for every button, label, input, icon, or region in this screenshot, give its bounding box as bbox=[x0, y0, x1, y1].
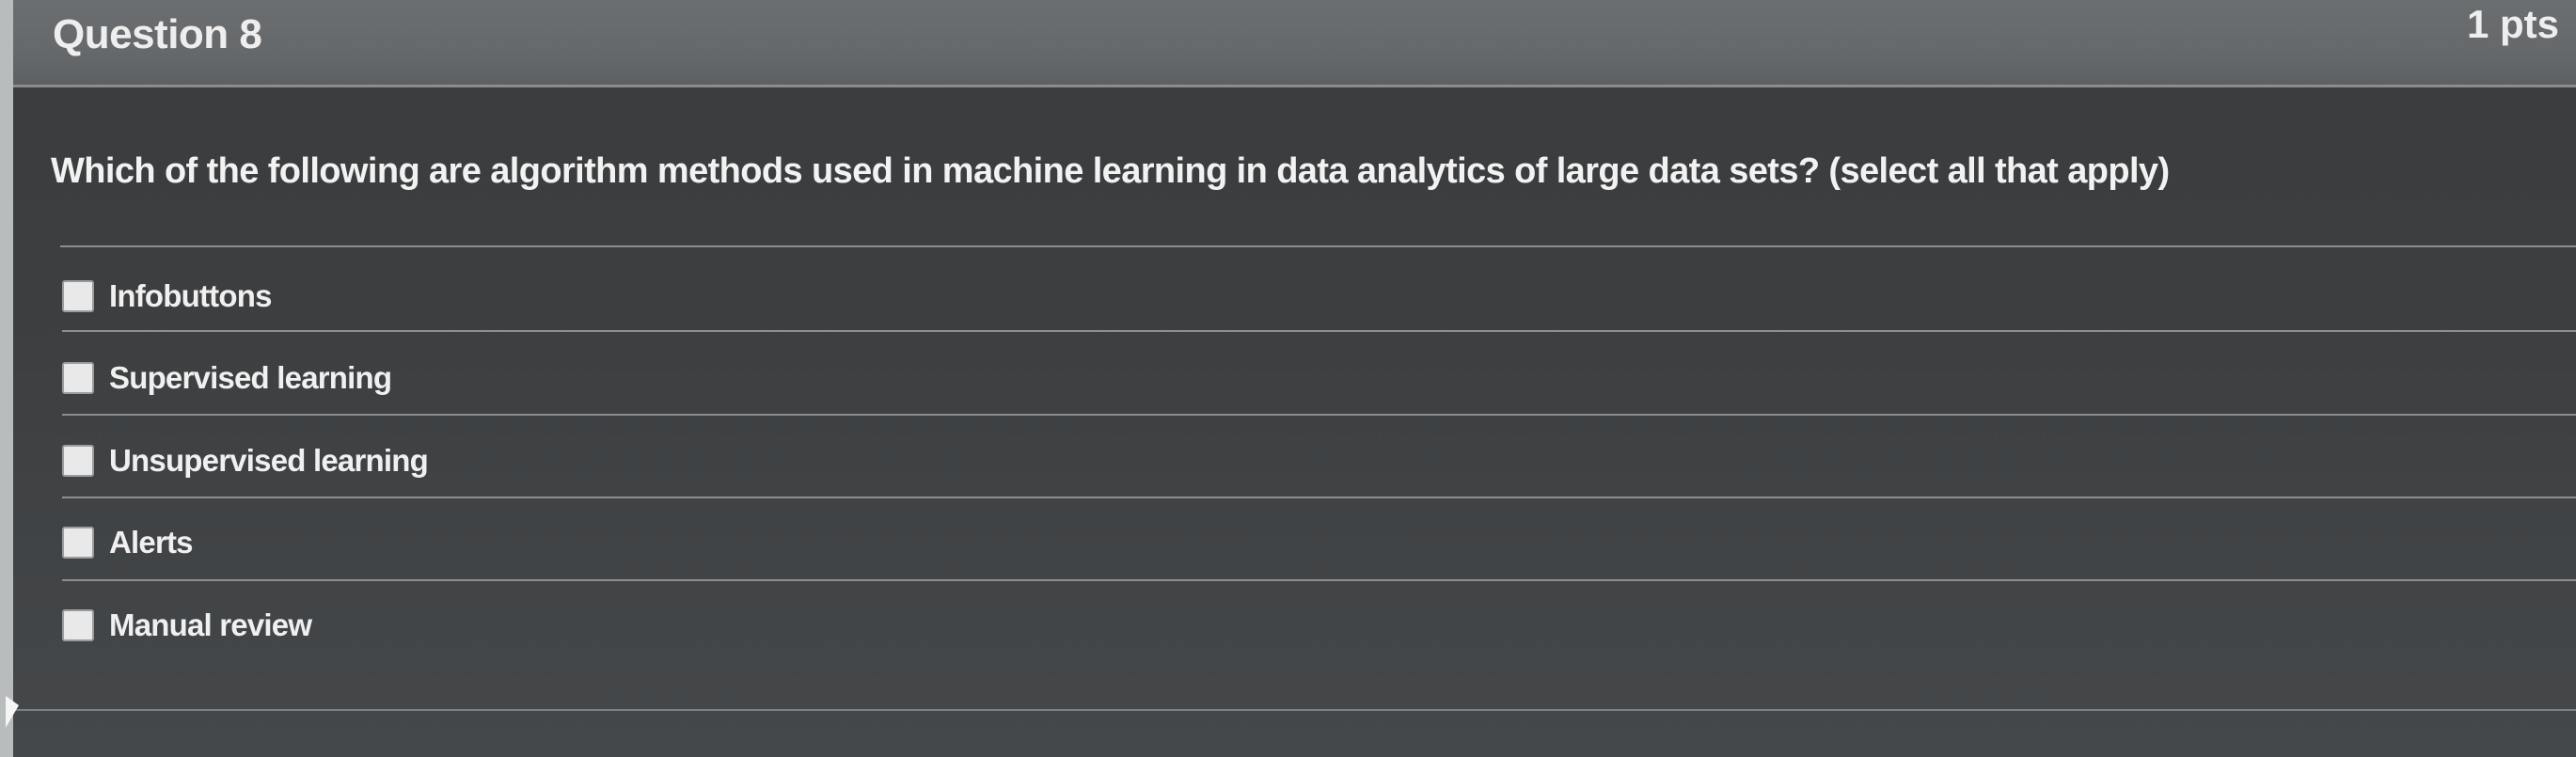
divider bbox=[62, 330, 2576, 332]
question-header: Question 8 1 pts bbox=[13, 0, 2576, 87]
answer-checkbox[interactable] bbox=[62, 362, 94, 394]
answer-checkbox[interactable] bbox=[62, 280, 94, 312]
answer-checkbox[interactable] bbox=[62, 527, 94, 559]
answer-checkbox[interactable] bbox=[62, 445, 94, 477]
answer-label: Alerts bbox=[109, 525, 194, 560]
answer-label: Unsupervised learning bbox=[109, 443, 429, 478]
divider bbox=[62, 579, 2576, 581]
answer-option-infobuttons[interactable]: Infobuttons bbox=[62, 268, 2554, 324]
answer-label: Infobuttons bbox=[109, 278, 272, 313]
mouse-cursor-icon bbox=[6, 696, 19, 728]
quiz-page: Question 8 1 pts Which of the following … bbox=[0, 0, 2576, 757]
answer-option-alerts[interactable]: Alerts bbox=[62, 514, 2554, 571]
answer-option-supervised-learning[interactable]: Supervised learning bbox=[62, 350, 2554, 406]
answer-option-unsupervised-learning[interactable]: Unsupervised learning bbox=[62, 433, 2554, 489]
answer-label: Supervised learning bbox=[109, 360, 392, 395]
answer-option-manual-review[interactable]: Manual review bbox=[62, 597, 2554, 654]
divider bbox=[60, 245, 2576, 247]
question-prompt: Which of the following are algorithm met… bbox=[51, 151, 2170, 191]
divider bbox=[13, 709, 2576, 711]
answer-label: Manual review bbox=[109, 607, 312, 642]
left-border bbox=[0, 0, 13, 757]
divider bbox=[62, 414, 2576, 416]
question-title: Question 8 bbox=[53, 11, 262, 57]
answer-checkbox[interactable] bbox=[62, 609, 94, 641]
divider bbox=[62, 497, 2576, 498]
question-body: Which of the following are algorithm met… bbox=[13, 87, 2576, 757]
question-points: 1 pts bbox=[2466, 2, 2559, 46]
